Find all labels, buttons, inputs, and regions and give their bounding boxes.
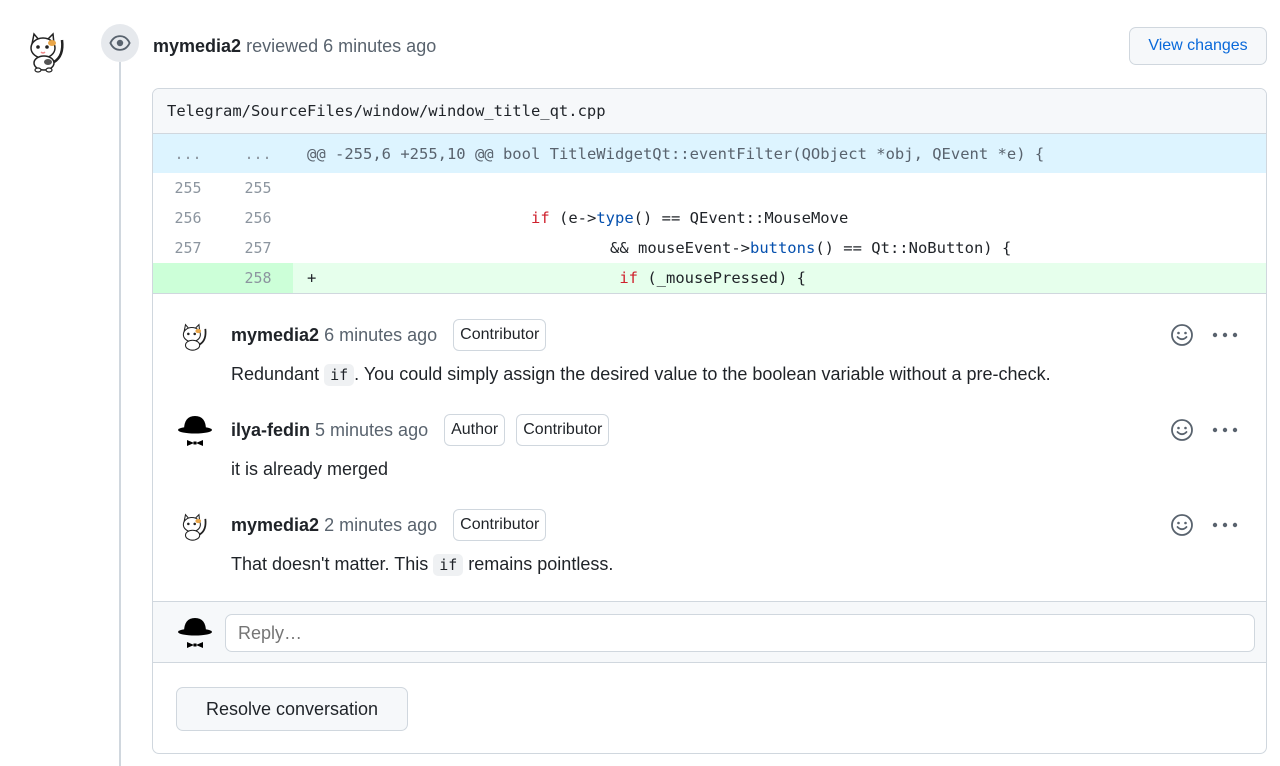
code-line: + if (_mousePressed) { [293,263,1266,293]
inline-code: if [433,554,464,576]
diff-line: 257 257 && mouseEvent-> buttons() == Qt::… [153,233,1266,263]
diff-table: ... ... @@ -255,6 +255,10 @@ bool TitleW… [153,134,1266,294]
comment-header: ilya-fedin 5 minutes ago Author Contribu… [231,414,620,446]
code-function: buttons [749,239,816,257]
review-eye-badge [101,24,139,62]
new-line-number[interactable]: 255 [223,173,293,203]
comment-body: That doesn't matter. This if remains poi… [231,550,613,579]
comment-text: . You could simply assign the desired va… [354,364,1051,384]
comment-header: mymedia2 2 minutes ago Contributor [231,509,557,541]
comment-author[interactable]: mymedia2 [231,515,319,536]
old-line-number[interactable]: ... [153,134,223,173]
resolve-conversation-button[interactable]: Resolve conversation [176,687,408,731]
cat-avatar-icon [182,513,207,541]
inline-code: if [324,364,355,386]
hunk-header: @@ -255,6 +255,10 @@ bool TitleWidgetQt:… [307,144,1045,163]
code-text: () == Qt::NoButton) { [815,239,1012,257]
comment-text: remains pointless. [463,554,614,574]
reply-bar [153,601,1266,663]
contributor-badge: Contributor [516,414,610,446]
code-text: () == QEvent::MouseMove [633,209,849,227]
code-text: && mouseEvent-> [610,239,750,257]
kebab-horizontal-icon[interactable] [1212,522,1238,528]
kebab-horizontal-icon[interactable] [1212,427,1238,433]
timeline-line [119,62,121,766]
diff-add-marker: + [307,269,317,287]
file-path[interactable]: Telegram/SourceFiles/window/window_title… [153,89,1266,134]
comment-body: Redundant if. You could simply assign th… [231,360,1051,389]
comment-body: it is already merged [231,459,389,479]
code-line: if (e-> type() == QEvent::MouseMove [293,203,1266,233]
cat-avatar-icon [30,32,64,73]
code-function: type [596,209,634,227]
new-line-number[interactable]: 257 [223,233,293,263]
comment-author[interactable]: ilya-fedin [231,420,310,441]
kebab-horizontal-icon[interactable] [1212,332,1238,338]
code-keyword: if [531,209,550,227]
old-line-number[interactable] [153,263,223,293]
new-line-number[interactable]: 256 [223,203,293,233]
old-line-number[interactable]: 255 [153,173,223,203]
comment-avatar[interactable] [177,414,212,448]
review-thread-card: Telegram/SourceFiles/window/window_title… [152,88,1267,754]
reviewer-avatar[interactable] [22,26,70,74]
smiley-icon[interactable] [1170,513,1194,537]
comment-time[interactable]: 6 minutes ago [324,325,437,346]
cat-avatar-icon [182,323,207,351]
contributor-badge: Contributor [453,509,547,541]
comment-actions [1170,509,1238,541]
comment-actions [1170,414,1238,446]
view-changes-button[interactable]: View changes [1129,27,1267,65]
comment-avatar[interactable] [177,319,211,353]
old-line-number[interactable]: 257 [153,233,223,263]
review-header: mymedia2 reviewed 6 minutes ago [153,34,436,58]
code-line: && mouseEvent-> buttons() == Qt::NoButton… [293,233,1266,263]
comment-time[interactable]: 2 minutes ago [324,515,437,536]
smiley-icon[interactable] [1170,418,1194,442]
eye-icon [109,35,131,51]
comment-header: mymedia2 6 minutes ago Contributor [231,319,557,351]
new-line-number[interactable]: 258 [223,263,293,293]
diff-line: 256 256 if (e-> type() == QEvent::MouseMo… [153,203,1266,233]
new-line-number[interactable]: ... [223,134,293,173]
diff-hunk-row: ... ... @@ -255,6 +255,10 @@ bool TitleW… [153,134,1266,173]
comment-avatar[interactable] [177,509,211,543]
diff-line-added: 258 + if (_mousePressed) { [153,263,1266,293]
code-text: (_mousePressed) { [638,269,806,287]
comment-text: That doesn't matter. This [231,554,434,574]
comment-author[interactable]: mymedia2 [231,325,319,346]
contributor-badge: Contributor [453,319,547,351]
review-time[interactable]: 6 minutes ago [323,36,436,56]
reviewer-name[interactable]: mymedia2 [153,36,241,56]
author-badge: Author [444,414,506,446]
old-line-number[interactable]: 256 [153,203,223,233]
diff-line: 255 255 [153,173,1266,203]
comment-text: Redundant [231,364,325,384]
code-keyword: if [619,269,639,287]
comment-time[interactable]: 5 minutes ago [315,420,428,441]
bowler-hat-avatar-icon [178,416,212,446]
current-user-avatar [177,616,212,650]
review-action: reviewed [246,36,319,56]
smiley-icon[interactable] [1170,323,1194,347]
comment-actions [1170,319,1238,351]
code-text: (e-> [549,209,597,227]
bowler-hat-avatar-icon [178,618,212,648]
reply-input[interactable] [225,614,1255,652]
